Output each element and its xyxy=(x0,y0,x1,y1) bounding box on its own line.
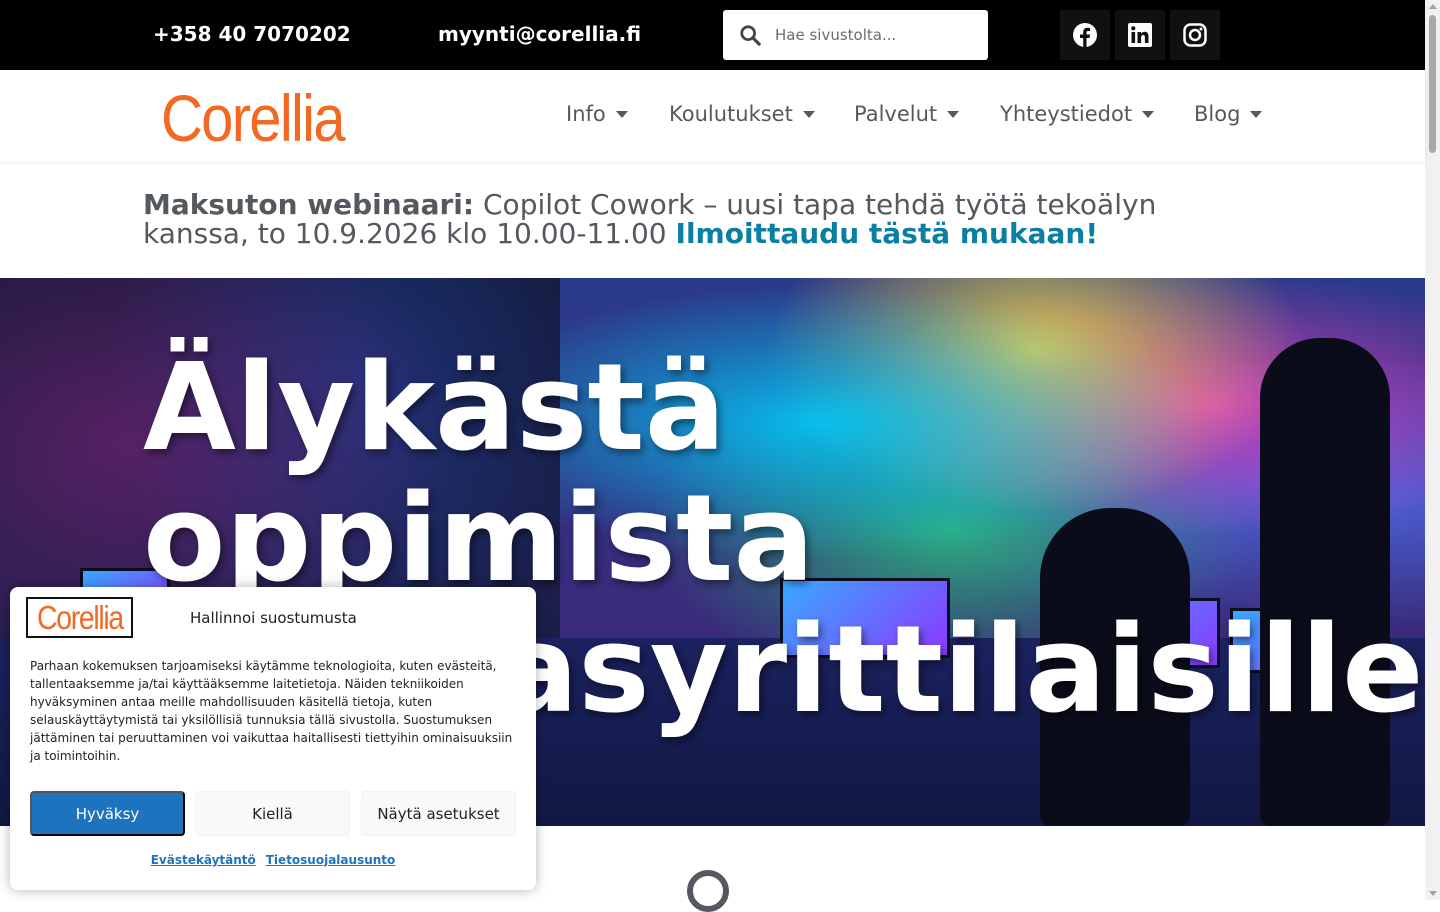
email-link[interactable]: myynti@corellia.fi xyxy=(438,22,641,46)
scroll-up-arrow-icon[interactable] xyxy=(1429,4,1437,9)
linkedin-link[interactable] xyxy=(1115,10,1165,60)
presenter-silhouette xyxy=(1260,338,1390,826)
cookie-logo-text: Corellia xyxy=(36,598,124,636)
accept-button[interactable]: Hyväksy xyxy=(30,791,185,836)
signup-link[interactable]: Ilmoittaudu tästä mukaan xyxy=(676,217,1086,250)
caret-down-icon xyxy=(802,110,815,118)
caret-down-icon xyxy=(1142,110,1155,118)
caret-down-icon xyxy=(1250,110,1263,118)
cookie-body: Parhaan kokemuksen tarjoamiseksi käytämm… xyxy=(30,659,513,763)
deny-button[interactable]: Kiellä xyxy=(195,791,350,836)
cookie-consent-dialog: Corellia Hallinnoi suostumusta Parhaan k… xyxy=(10,587,536,890)
cookie-title: Hallinnoi suostumusta xyxy=(190,609,357,627)
nav-item-label: Info xyxy=(566,102,606,126)
caret-down-icon xyxy=(615,110,628,118)
nav-item-label: Koulutukset xyxy=(669,102,793,126)
linkedin-icon xyxy=(1128,23,1152,47)
cookie-policy-link[interactable]: Evästekäytäntö xyxy=(151,853,256,867)
nav-item-palvelut[interactable]: Palvelut xyxy=(854,102,960,126)
nav-item-label: Blog xyxy=(1194,102,1241,126)
cookie-logo: Corellia xyxy=(26,597,133,638)
nav-item-koulutukset[interactable]: Koulutukset xyxy=(669,102,815,126)
caret-down-icon xyxy=(947,110,960,118)
preferences-button[interactable]: Näytä asetukset xyxy=(361,791,516,836)
page-scrollbar[interactable] xyxy=(1425,0,1440,900)
top-bar: +358 40 7070202 myynti@corellia.fi xyxy=(0,0,1425,70)
nav-item-blog[interactable]: Blog xyxy=(1194,102,1263,126)
instagram-link[interactable] xyxy=(1170,10,1220,60)
search-input[interactable] xyxy=(775,10,980,60)
cookie-links: Evästekäytäntö Tietosuojalausunto xyxy=(10,853,536,867)
scroll-down-arrow-icon[interactable] xyxy=(1429,891,1437,896)
nav-item-yhteystiedot[interactable]: Yhteystiedot xyxy=(1000,102,1155,126)
site-header: Corellia Info Koulutukset Palvelut Yhtey… xyxy=(0,70,1425,161)
nav-item-label: Yhteystiedot xyxy=(1000,102,1133,126)
privacy-policy-link[interactable]: Tietosuojalausunto xyxy=(266,853,396,867)
phone-link[interactable]: +358 40 7070202 xyxy=(153,22,351,46)
webinar-announcement: Maksuton webinaari: Copilot Cowork – uus… xyxy=(143,190,1263,248)
search-icon[interactable] xyxy=(739,24,761,46)
scrollbar-thumb[interactable] xyxy=(1429,15,1436,153)
search-box xyxy=(723,10,988,60)
announcement-tail: ! xyxy=(1085,217,1099,250)
nav-item-info[interactable]: Info xyxy=(566,102,628,126)
corellia-logo[interactable]: Corellia xyxy=(161,80,346,156)
facebook-link[interactable] xyxy=(1060,10,1110,60)
facebook-icon xyxy=(1073,23,1097,48)
nav-item-label: Palvelut xyxy=(854,102,938,126)
loading-spinner-icon xyxy=(687,870,729,912)
instagram-icon xyxy=(1183,23,1207,47)
